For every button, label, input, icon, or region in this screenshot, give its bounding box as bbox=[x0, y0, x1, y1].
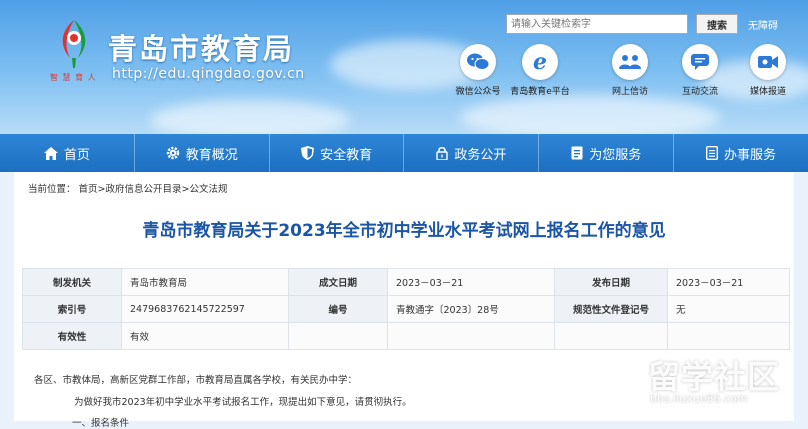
logo-motto: 智 慧 育 人 bbox=[50, 73, 97, 82]
meta-value: 2023－03－21 bbox=[387, 268, 555, 296]
meta-value: 青教通字〔2023〕28号 bbox=[387, 295, 555, 323]
table-row: 有效性 有效 bbox=[22, 322, 790, 350]
quick-link-petition[interactable]: 网上信访 bbox=[598, 44, 662, 97]
meta-empty-cell bbox=[387, 322, 555, 350]
table-row: 制发机关 青岛市教育局 成文日期 2023－03－21 发布日期 2023－03… bbox=[22, 268, 790, 296]
quick-link-wechat[interactable]: 微信公众号 bbox=[446, 44, 510, 97]
meta-label: 规范性文件登记号 bbox=[554, 295, 668, 323]
quick-link-label: 互动交流 bbox=[681, 87, 718, 97]
quick-link-label: 青岛教育e平台 bbox=[510, 87, 570, 97]
quick-link-e-platform[interactable]: e 青岛教育e平台 bbox=[508, 44, 572, 97]
body-paragraph: 一、报名条件 bbox=[72, 418, 130, 429]
meta-label: 制发机关 bbox=[22, 268, 122, 296]
table-row: 索引号 2479683762145722597 编号 青教通字〔2023〕28号… bbox=[22, 295, 790, 323]
meta-empty-cell bbox=[288, 322, 388, 350]
nav-item-label: 办事服务 bbox=[724, 147, 777, 163]
nav-item-label: 教育概况 bbox=[185, 147, 238, 163]
petition-icon bbox=[612, 44, 648, 80]
nav-item-overview[interactable]: 教育概况 bbox=[135, 134, 270, 172]
meta-label: 索引号 bbox=[22, 295, 122, 323]
search-button[interactable]: 搜索 bbox=[696, 14, 738, 34]
meta-value: 无 bbox=[667, 295, 790, 323]
nav-item-label: 首页 bbox=[63, 147, 90, 163]
site-url[interactable]: http://edu.qingdao.gov.cn bbox=[112, 66, 305, 82]
meta-value: 2479683762145722597 bbox=[121, 295, 289, 323]
watermark-url: bbs.liuxue86.com bbox=[650, 392, 748, 405]
document-meta-table: 制发机关 青岛市教育局 成文日期 2023－03－21 发布日期 2023－03… bbox=[22, 268, 790, 350]
nav-item-services[interactable]: 为您服务 bbox=[539, 134, 675, 172]
list-icon bbox=[706, 146, 719, 160]
site-logo[interactable] bbox=[52, 18, 96, 70]
meta-label: 编号 bbox=[288, 295, 388, 323]
nav-item-label: 安全教育 bbox=[320, 147, 373, 163]
meta-empty-cell bbox=[667, 322, 790, 350]
chat-icon bbox=[682, 44, 718, 80]
wechat-icon bbox=[460, 44, 496, 80]
e-platform-icon: e bbox=[522, 44, 558, 80]
quick-link-chat[interactable]: 互动交流 bbox=[668, 44, 732, 97]
meta-label: 有效性 bbox=[22, 322, 122, 350]
nav-item-gov-affairs[interactable]: 政务公开 bbox=[404, 134, 540, 172]
nav-item-label: 政务公开 bbox=[454, 147, 507, 163]
search-input[interactable] bbox=[506, 14, 688, 34]
meta-value: 有效 bbox=[121, 322, 289, 350]
meta-label: 成文日期 bbox=[288, 268, 388, 296]
site-header: 智 慧 育 人 青岛市教育局 http://edu.qingdao.gov.cn… bbox=[0, 0, 808, 134]
shield-icon bbox=[301, 146, 315, 160]
document-icon bbox=[571, 146, 583, 160]
meta-label: 发布日期 bbox=[554, 268, 668, 296]
nav-item-affairs[interactable]: 办事服务 bbox=[674, 134, 808, 172]
nav-item-safety[interactable]: 安全教育 bbox=[270, 134, 405, 172]
quick-link-label: 媒体报道 bbox=[749, 87, 786, 97]
nav-item-label: 为您服务 bbox=[589, 147, 642, 163]
barrier-free-link[interactable]: 无障碍 bbox=[748, 17, 778, 32]
home-icon bbox=[43, 146, 58, 160]
meta-empty-cell bbox=[554, 322, 668, 350]
nav-item-home[interactable]: 首页 bbox=[0, 134, 135, 172]
body-paragraph: 为做好我市2023年初中学业水平考试报名工作，现提出如下意见，请贯彻执行。 bbox=[74, 397, 412, 408]
site-title[interactable]: 青岛市教育局 bbox=[108, 26, 294, 68]
lock-icon bbox=[436, 146, 449, 160]
page-title: 青岛市教育局关于2023年全市初中学业水平考试网上报名工作的意见 bbox=[142, 221, 666, 241]
meta-value: 2023－03－21 bbox=[667, 268, 790, 296]
media-icon bbox=[750, 44, 786, 80]
main-nav: 首页 教育概况 安全教育 政务公开 为您服务 办事服务 bbox=[0, 134, 808, 172]
breadcrumb[interactable]: 当前位置： 首页>政府信息公开目录>公文法规 bbox=[28, 181, 227, 195]
body-paragraph: 各区、市教体局，高新区党群工作部，市教育局直属各学校，有关民办中学： bbox=[34, 375, 358, 386]
gear-icon bbox=[166, 146, 179, 160]
quick-link-label: 微信公众号 bbox=[455, 87, 501, 97]
quick-link-media[interactable]: 媒体报道 bbox=[736, 44, 800, 97]
quick-link-label: 网上信访 bbox=[611, 87, 648, 97]
meta-value: 青岛市教育局 bbox=[121, 268, 289, 296]
